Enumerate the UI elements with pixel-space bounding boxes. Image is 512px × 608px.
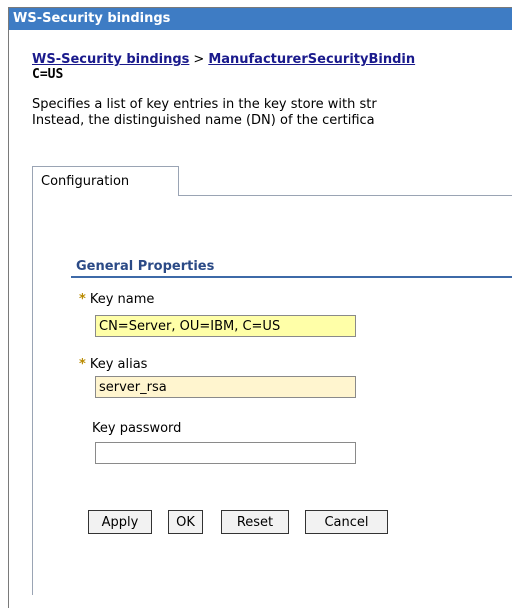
required-marker-icon: *	[79, 292, 86, 307]
key-name-field[interactable]	[95, 315, 356, 337]
breadcrumb: WS-Security bindings > ManufacturerSecurit…	[32, 52, 415, 67]
ok-button[interactable]: OK	[168, 510, 203, 534]
window-title: WS-Security bindings	[9, 8, 512, 30]
description-line-2: Instead, the distinguished name (DN) of …	[32, 113, 375, 128]
breadcrumb-link-ws-security-bindings[interactable]: WS-Security bindings	[32, 52, 189, 67]
section-title-general-properties: General Properties	[76, 259, 215, 274]
key-alias-field[interactable]	[95, 376, 356, 398]
breadcrumb-link-manufacturer-security-bindings[interactable]: ManufacturerSecurityBindin	[208, 52, 415, 67]
description-line-1: Specifies a list of key entries in the k…	[32, 97, 377, 112]
key-alias-label: * Key alias	[79, 357, 147, 372]
tab-configuration[interactable]: Configuration	[32, 166, 179, 196]
key-password-field[interactable]	[95, 442, 356, 464]
reset-button[interactable]: Reset	[221, 510, 289, 534]
breadcrumb-separator: >	[193, 52, 205, 67]
key-name-label: * Key name	[79, 292, 154, 307]
page-description: Specifies a list of key entries in the k…	[32, 97, 512, 129]
key-alias-label-text: Key alias	[89, 357, 148, 372]
required-marker-icon: *	[79, 357, 86, 372]
section-divider	[71, 276, 512, 278]
apply-button[interactable]: Apply	[88, 510, 152, 534]
cancel-button[interactable]: Cancel	[305, 510, 388, 534]
key-password-label: Key password	[92, 421, 182, 436]
key-name-label-text: Key name	[89, 292, 155, 307]
page-subtitle: C=US	[32, 67, 64, 82]
